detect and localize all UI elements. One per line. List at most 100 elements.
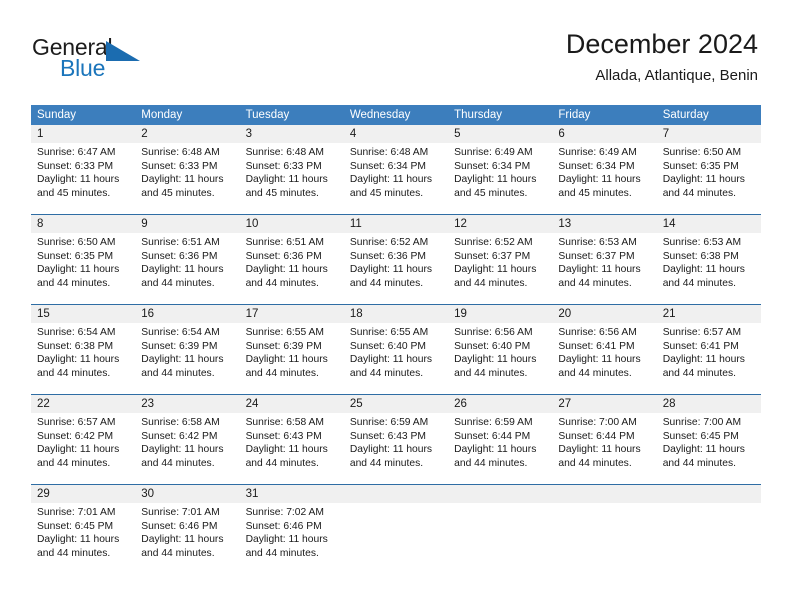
daylight-text-line1: Daylight: 11 hours <box>454 174 537 186</box>
sunrise-text: Sunrise: 6:55 AM <box>349 327 429 338</box>
day-number-band: 11 <box>343 215 449 233</box>
day-number-band: 21 <box>656 305 761 323</box>
sunrise-text: Sunrise: 6:51 AM <box>245 237 324 248</box>
day-details: Sunrise: 6:54 AM Sunset: 6:38 PM Dayligh… <box>31 323 135 380</box>
day-cell[interactable]: 6 Sunrise: 6:49 AM Sunset: 6:34 PM Dayli… <box>552 125 657 214</box>
sunrise-text: Sunrise: 6:50 AM <box>37 237 116 248</box>
day-cell[interactable]: 21 Sunrise: 6:57 AM Sunset: 6:41 PM Dayl… <box>656 305 761 394</box>
sunset-text: Sunset: 6:43 PM <box>349 430 426 442</box>
day-cell[interactable]: 8 Sunrise: 6:50 AM Sunset: 6:35 PM Dayli… <box>31 215 136 304</box>
day-cell[interactable]: 9 Sunrise: 6:51 AM Sunset: 6:36 PM Dayli… <box>135 215 240 304</box>
day-cell[interactable]: 17 Sunrise: 6:55 AM Sunset: 6:39 PM Dayl… <box>239 305 344 394</box>
daylight-text-line1: Daylight: 11 hours <box>141 264 224 276</box>
day-cell[interactable]: 13 Sunrise: 6:53 AM Sunset: 6:37 PM Dayl… <box>552 215 657 304</box>
sunset-text: Sunset: 6:41 PM <box>558 340 635 352</box>
sunrise-text: Sunrise: 6:53 AM <box>662 237 742 248</box>
sunrise-text: Sunrise: 6:54 AM <box>141 327 220 338</box>
day-number-band <box>656 485 761 503</box>
day-cell[interactable]: 1 Sunrise: 6:47 AM Sunset: 6:33 PM Dayli… <box>31 125 136 214</box>
day-number-band: 25 <box>343 395 449 413</box>
day-cell-empty <box>343 485 449 574</box>
sunrise-text: Sunrise: 6:49 AM <box>558 147 637 158</box>
day-number: 28 <box>662 398 676 410</box>
daylight-text-line2: and 44 minutes. <box>558 457 632 469</box>
sunrise-text: Sunrise: 6:51 AM <box>141 237 220 248</box>
day-details: Sunrise: 7:02 AM Sunset: 6:46 PM Dayligh… <box>240 503 344 560</box>
daylight-text-line2: and 44 minutes. <box>245 277 319 289</box>
sunrise-text: Sunrise: 6:52 AM <box>349 237 429 248</box>
day-number-band: 19 <box>448 305 553 323</box>
daylight-text-line1: Daylight: 11 hours <box>349 264 433 276</box>
sunrise-text: Sunrise: 7:00 AM <box>558 417 637 428</box>
day-details: Sunrise: 6:50 AM Sunset: 6:35 PM Dayligh… <box>31 233 135 290</box>
day-cell[interactable]: 11 Sunrise: 6:52 AM Sunset: 6:36 PM Dayl… <box>343 215 449 304</box>
daylight-text-line1: Daylight: 11 hours <box>37 534 120 546</box>
day-number: 18 <box>349 308 363 320</box>
sunrise-text: Sunrise: 6:59 AM <box>454 417 533 428</box>
sunrise-text: Sunrise: 6:57 AM <box>662 327 742 338</box>
day-cell[interactable]: 26 Sunrise: 6:59 AM Sunset: 6:44 PM Dayl… <box>448 395 553 484</box>
day-details: Sunrise: 6:57 AM Sunset: 6:41 PM Dayligh… <box>657 323 761 380</box>
day-number-band: 3 <box>239 125 344 143</box>
sunset-text: Sunset: 6:43 PM <box>245 430 322 442</box>
day-details: Sunrise: 6:53 AM Sunset: 6:38 PM Dayligh… <box>657 233 761 290</box>
day-cell[interactable]: 7 Sunrise: 6:50 AM Sunset: 6:35 PM Dayli… <box>656 125 761 214</box>
daylight-text-line1: Daylight: 11 hours <box>37 444 120 456</box>
daylight-text-line1: Daylight: 11 hours <box>245 174 328 186</box>
day-cell[interactable]: 22 Sunrise: 6:57 AM Sunset: 6:42 PM Dayl… <box>31 395 136 484</box>
day-cell[interactable]: 18 Sunrise: 6:55 AM Sunset: 6:40 PM Dayl… <box>343 305 449 394</box>
day-number-band: 16 <box>135 305 240 323</box>
day-cell[interactable]: 2 Sunrise: 6:48 AM Sunset: 6:33 PM Dayli… <box>135 125 240 214</box>
day-number: 15 <box>37 308 50 320</box>
sunset-text: Sunset: 6:33 PM <box>245 160 322 172</box>
day-cell[interactable]: 12 Sunrise: 6:52 AM Sunset: 6:37 PM Dayl… <box>448 215 553 304</box>
day-cell[interactable]: 14 Sunrise: 6:53 AM Sunset: 6:38 PM Dayl… <box>656 215 761 304</box>
day-cell[interactable]: 20 Sunrise: 6:56 AM Sunset: 6:41 PM Dayl… <box>552 305 657 394</box>
daylight-text-line2: and 45 minutes. <box>245 187 319 199</box>
daylight-text-line2: and 44 minutes. <box>662 277 736 289</box>
day-number-band: 30 <box>135 485 240 503</box>
sunset-text: Sunset: 6:35 PM <box>37 250 114 262</box>
sunset-text: Sunset: 6:45 PM <box>662 430 739 442</box>
daylight-text-line1: Daylight: 11 hours <box>558 354 641 366</box>
day-number-band: 27 <box>552 395 657 413</box>
day-number: 16 <box>141 308 155 320</box>
day-cell[interactable]: 3 Sunrise: 6:48 AM Sunset: 6:33 PM Dayli… <box>239 125 344 214</box>
day-cell[interactable]: 30 Sunrise: 7:01 AM Sunset: 6:46 PM Dayl… <box>135 485 240 574</box>
daylight-text-line1: Daylight: 11 hours <box>349 174 433 186</box>
day-cell[interactable]: 10 Sunrise: 6:51 AM Sunset: 6:36 PM Dayl… <box>239 215 344 304</box>
day-cell[interactable]: 29 Sunrise: 7:01 AM Sunset: 6:45 PM Dayl… <box>31 485 136 574</box>
daylight-text-line2: and 44 minutes. <box>662 187 736 199</box>
sunset-text: Sunset: 6:40 PM <box>349 340 426 352</box>
sunrise-text: Sunrise: 6:48 AM <box>349 147 429 158</box>
daylight-text-line2: and 44 minutes. <box>37 367 111 379</box>
daylight-text-line1: Daylight: 11 hours <box>558 444 641 456</box>
brand-logo[interactable]: General Blue <box>32 34 192 88</box>
day-details: Sunrise: 6:57 AM Sunset: 6:42 PM Dayligh… <box>31 413 135 470</box>
day-cell-empty <box>552 485 657 574</box>
day-details: Sunrise: 6:54 AM Sunset: 6:39 PM Dayligh… <box>135 323 239 380</box>
sunrise-text: Sunrise: 6:47 AM <box>37 147 116 158</box>
day-cell[interactable]: 19 Sunrise: 6:56 AM Sunset: 6:40 PM Dayl… <box>448 305 553 394</box>
day-cell[interactable]: 27 Sunrise: 7:00 AM Sunset: 6:44 PM Dayl… <box>552 395 657 484</box>
day-number-band: 24 <box>239 395 344 413</box>
day-cell[interactable]: 4 Sunrise: 6:48 AM Sunset: 6:34 PM Dayli… <box>343 125 449 214</box>
day-details: Sunrise: 6:48 AM Sunset: 6:34 PM Dayligh… <box>344 143 448 200</box>
day-cell[interactable]: 25 Sunrise: 6:59 AM Sunset: 6:43 PM Dayl… <box>343 395 449 484</box>
sunrise-text: Sunrise: 6:50 AM <box>662 147 742 158</box>
day-cell[interactable]: 15 Sunrise: 6:54 AM Sunset: 6:38 PM Dayl… <box>31 305 136 394</box>
page-subtitle: Allada, Atlantique, Benin <box>595 67 758 84</box>
day-cell[interactable]: 5 Sunrise: 6:49 AM Sunset: 6:34 PM Dayli… <box>448 125 553 214</box>
day-number-band: 10 <box>239 215 344 233</box>
day-cell[interactable]: 23 Sunrise: 6:58 AM Sunset: 6:42 PM Dayl… <box>135 395 240 484</box>
day-cell[interactable]: 16 Sunrise: 6:54 AM Sunset: 6:39 PM Dayl… <box>135 305 240 394</box>
daylight-text-line2: and 44 minutes. <box>37 547 111 559</box>
day-cell[interactable]: 28 Sunrise: 7:00 AM Sunset: 6:45 PM Dayl… <box>656 395 761 484</box>
daylight-text-line2: and 44 minutes. <box>141 277 215 289</box>
sunrise-text: Sunrise: 6:54 AM <box>37 327 116 338</box>
day-details: Sunrise: 7:01 AM Sunset: 6:46 PM Dayligh… <box>135 503 239 560</box>
day-number-band <box>343 485 449 503</box>
day-cell[interactable]: 31 Sunrise: 7:02 AM Sunset: 6:46 PM Dayl… <box>239 485 344 574</box>
day-cell[interactable]: 24 Sunrise: 6:58 AM Sunset: 6:43 PM Dayl… <box>239 395 344 484</box>
day-details: Sunrise: 6:47 AM Sunset: 6:33 PM Dayligh… <box>31 143 135 200</box>
